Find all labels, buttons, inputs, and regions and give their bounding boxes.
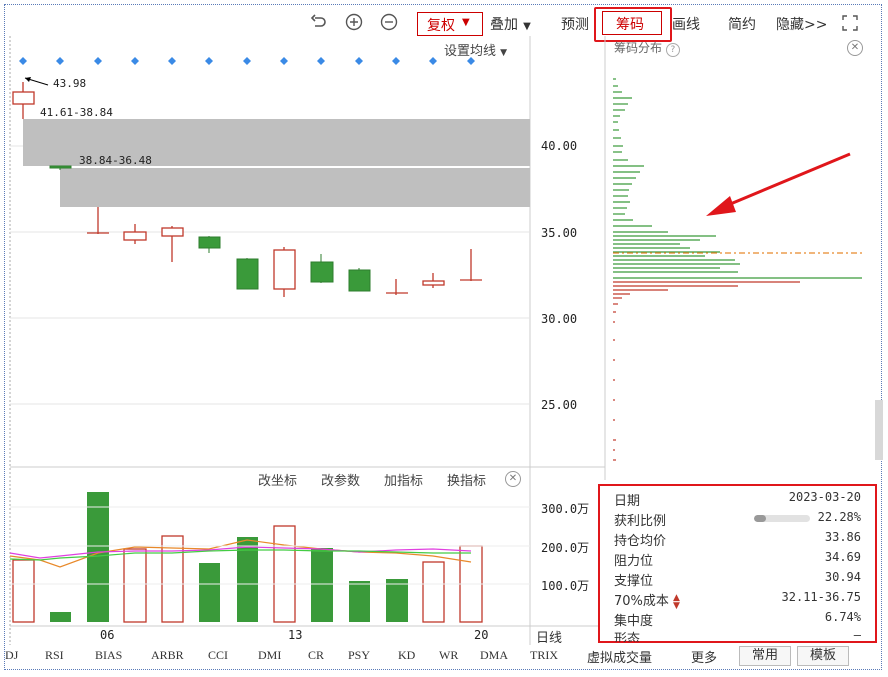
tab-bias[interactable]: BIAS (95, 648, 122, 663)
vol-y-tick: 200.0万 (541, 541, 590, 555)
common-button[interactable]: 常用 (739, 646, 791, 666)
info-conc-label: 集中度 (614, 614, 654, 629)
tab-cr[interactable]: CR (308, 648, 324, 663)
change-axis-button[interactable]: 改坐标 (258, 470, 297, 489)
info-profit-label: 获利比例 (614, 514, 667, 529)
y-tick: 25.00 (541, 398, 578, 412)
vol-y-tick: 300.0万 (541, 502, 590, 516)
info-shape-value: — (853, 628, 861, 642)
info-avg-row: 持仓均价 33.86 (614, 530, 861, 549)
info-resist-value: 34.69 (824, 550, 861, 564)
info-avg-label: 持仓均价 (614, 534, 667, 549)
info-cost-value: 32.11-36.75 (781, 590, 861, 604)
tab-more[interactable]: 更多 (691, 647, 717, 666)
info-conc-row: 集中度 6.74% (614, 610, 861, 629)
tab-arbr[interactable]: ARBR (151, 648, 184, 663)
add-indicator-button[interactable]: 加指标 (384, 470, 423, 489)
gap-label-2: 38.84-36.48 (79, 154, 152, 167)
chevron-down-icon: ▼ (500, 48, 508, 58)
info-cost-label: 70%成本 (614, 594, 669, 609)
tab-dmi[interactable]: DMI (258, 648, 281, 663)
help-icon[interactable]: ? (665, 43, 680, 57)
y-tick: 30.00 (541, 312, 578, 326)
info-date-row: 日期 2023-03-20 (614, 490, 861, 509)
info-shape-label: 形态 (614, 632, 641, 642)
tab-psy[interactable]: PSY (348, 648, 370, 663)
scrollbar[interactable] (875, 400, 883, 460)
info-profit-value: 22.28% (817, 510, 861, 524)
tab-rsi[interactable]: RSI (45, 648, 64, 663)
tab-dj[interactable]: DJ (5, 648, 18, 663)
close-icon[interactable]: ✕ (847, 40, 863, 56)
info-avg-value: 33.86 (824, 530, 861, 544)
profit-ratio-bar (754, 515, 810, 522)
info-resist-row: 阻力位 34.69 (614, 550, 861, 569)
tab-virtual-volume[interactable]: 虚拟成交量 (587, 647, 652, 666)
tab-trix[interactable]: TRIX (530, 648, 558, 663)
tab-dma[interactable]: DMA (480, 648, 508, 663)
info-shape-row: 形态 — (614, 628, 861, 642)
tab-kd[interactable]: KD (398, 648, 415, 663)
info-profit-row: 获利比例 22.28% (614, 510, 861, 529)
info-cost-row: 70%成本 ▲ ▼ 32.11-36.75 (614, 590, 861, 610)
chip-panel-title: 筹码分布 ? (614, 39, 680, 57)
chip-info-box: 日期 2023-03-20 获利比例 22.28% 持仓均价 33.86 阻力位… (598, 484, 877, 643)
period-label[interactable]: 日线 (536, 627, 562, 646)
info-support-row: 支撑位 30.94 (614, 570, 861, 589)
close-icon[interactable]: ✕ (505, 471, 521, 487)
set-ma-button[interactable]: 设置均线 ▼ (444, 40, 507, 59)
indicator-tab-bar: DJ RSI BIAS ARBR CCI DMI CR PSY KD WR DM… (5, 646, 880, 668)
swap-indicator-button[interactable]: 换指标 (447, 470, 486, 489)
info-conc-value: 6.74% (824, 610, 861, 624)
y-tick: 35.00 (541, 226, 578, 240)
chip-panel-label: 筹码分布 (614, 41, 663, 55)
y-tick: 40.00 (541, 139, 578, 153)
profit-ratio-fill (754, 515, 767, 522)
info-date-label: 日期 (614, 494, 641, 509)
gap-label-1: 41.61-38.84 (40, 106, 113, 119)
toggle-arrows-icon[interactable]: ▲ ▼ (673, 593, 680, 610)
change-param-button[interactable]: 改参数 (321, 470, 360, 489)
tab-wr[interactable]: WR (439, 648, 458, 663)
x-tick: 13 (288, 628, 303, 642)
x-tick: 20 (474, 628, 489, 642)
info-support-label: 支撑位 (614, 574, 654, 589)
set-ma-label: 设置均线 (444, 44, 497, 59)
template-button[interactable]: 模板 (797, 646, 849, 666)
info-resist-label: 阻力位 (614, 554, 654, 569)
high-price-label: 43.98 (53, 77, 87, 90)
info-date-value: 2023-03-20 (788, 490, 861, 504)
tab-cci[interactable]: CCI (208, 648, 228, 663)
info-support-value: 30.94 (824, 570, 861, 584)
x-tick: 06 (100, 628, 115, 642)
vol-y-tick: 100.0万 (541, 579, 590, 593)
